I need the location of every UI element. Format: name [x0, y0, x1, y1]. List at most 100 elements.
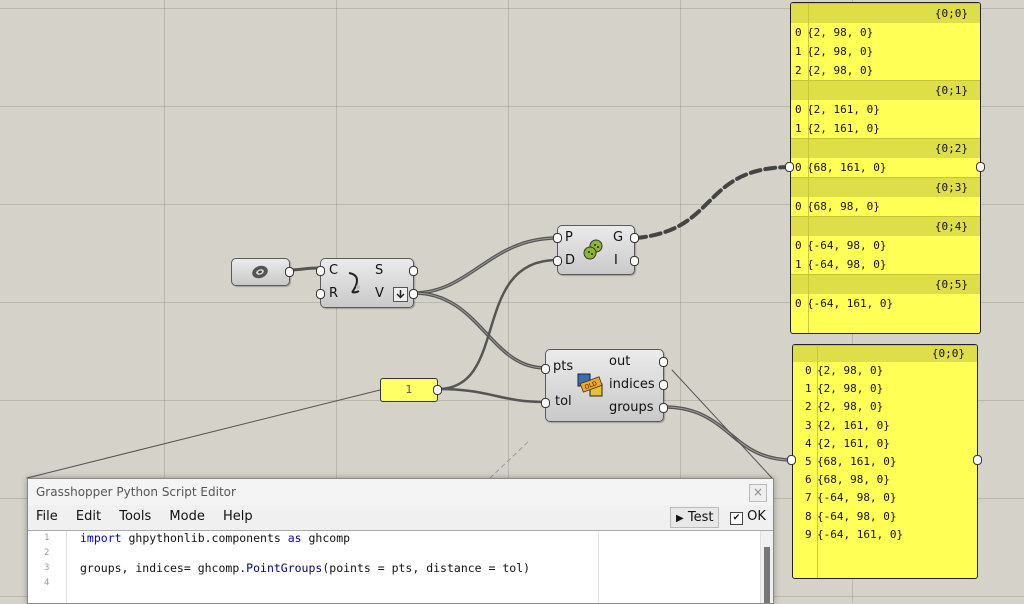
slider-value: 1 — [405, 383, 413, 396]
panel-item-row: 1 {2, 161, 0} — [791, 119, 980, 138]
flatten-icon[interactable] — [393, 287, 408, 302]
top-panel-output-port[interactable] — [976, 162, 985, 172]
line-number: 3 — [44, 563, 50, 573]
python-groups-output-port[interactable] — [659, 403, 668, 413]
panel-item-row: 0 {-64, 161, 0} — [791, 294, 980, 313]
item-value: {2, 161, 0} — [807, 122, 880, 135]
panel-item-row: 1 {2, 98, 0} — [793, 380, 977, 398]
item-index: 4 — [805, 436, 812, 450]
geometry-param-node[interactable] — [231, 258, 294, 286]
test-label: Test — [687, 510, 714, 525]
code-keyword: import — [80, 531, 122, 545]
item-value: {2, 98, 0} — [807, 45, 874, 58]
item-value: {-64, 161, 0} — [817, 527, 904, 541]
line-number: 1 — [44, 533, 50, 543]
pg-i-label: I — [614, 253, 618, 268]
editor-scrollbar[interactable] — [760, 531, 773, 603]
pg-g-label: G — [613, 230, 624, 245]
item-value: {2, 161, 0} — [817, 436, 890, 450]
editor-close-button[interactable]: × — [749, 484, 767, 502]
item-value: {-64, 98, 0} — [807, 239, 887, 252]
panel-item-row: 0 {68, 98, 0} — [791, 197, 980, 216]
panel-item-row: 4 {2, 161, 0} — [793, 435, 977, 453]
circle-r-input-port[interactable] — [316, 289, 325, 299]
circle-v-label: V — [375, 286, 384, 301]
item-value: {2, 98, 0} — [807, 26, 874, 39]
line-number-gutter: 1 2 3 4 — [28, 531, 67, 603]
pg-g-output-port[interactable] — [630, 233, 639, 243]
python-tol-input-port[interactable] — [541, 398, 550, 408]
panel-divider — [808, 3, 809, 333]
menu-file[interactable]: File — [36, 505, 58, 529]
menu-help[interactable]: Help — [223, 505, 253, 529]
python-groups-label: groups — [609, 400, 654, 415]
circle-v-output-port[interactable] — [409, 289, 418, 299]
code-lines: import ghpythonlib.components as ghcomp … — [80, 531, 530, 591]
python-out-output-port[interactable] — [659, 357, 668, 367]
scrollbar-thumb[interactable] — [764, 547, 770, 603]
bottom-data-panel[interactable]: {0;0} 0 {2, 98, 0} 1 {2, 98, 0} 2 {2, 98, 0} 3 {… — [792, 344, 978, 579]
panel-item-row: 6 {68, 98, 0} — [793, 471, 977, 489]
slider-output-port[interactable] — [433, 385, 442, 395]
item-index: 3 — [805, 418, 812, 432]
item-index: 0 — [795, 103, 802, 116]
panel-item-row: 8 {-64, 98, 0} — [793, 508, 977, 526]
python-out-label: out — [609, 354, 631, 369]
geometry-param-icon — [250, 262, 270, 282]
line-number: 2 — [44, 548, 50, 558]
item-index: 6 — [805, 473, 812, 487]
test-button[interactable]: ▶ Test — [670, 507, 720, 528]
item-index: 1 — [805, 382, 812, 396]
python-script-editor[interactable]: Grasshopper Python Script Editor × File … — [27, 478, 774, 604]
bottom-panel-output-port[interactable] — [973, 455, 982, 465]
code-area[interactable]: 1 2 3 4 import ghpythonlib.components as… — [28, 530, 773, 603]
panel-item-row: 3 {2, 161, 0} — [793, 417, 977, 435]
item-value: {2, 98, 0} — [817, 364, 884, 377]
python-old-icon: OLD — [576, 370, 606, 400]
ok-label: OK — [747, 509, 766, 524]
pg-d-input-port[interactable] — [553, 256, 562, 266]
item-index: 0 — [805, 364, 812, 377]
panel-item-row: 0 {2, 161, 0} — [791, 100, 980, 119]
panel-branch-header: {0;5} — [791, 274, 980, 294]
ok-button[interactable]: ✔ OK — [726, 507, 770, 526]
circle-component-node[interactable]: C R S V — [316, 258, 418, 308]
menu-edit[interactable]: Edit — [76, 505, 101, 529]
panel-item-row: 1 {2, 98, 0} — [791, 42, 980, 61]
panel-branch-header: {0;4} — [791, 216, 980, 236]
circle-icon — [345, 269, 365, 295]
pg-i-output-port[interactable] — [630, 256, 639, 266]
top-data-panel[interactable]: {0;0} 0 {2, 98, 0} 1 {2, 98, 0} 2 {2, 98, 0} {0… — [790, 2, 981, 334]
item-index: 5 — [805, 454, 812, 468]
item-value: {2, 98, 0} — [807, 64, 874, 77]
point-groups-node[interactable]: P D G I — [553, 225, 639, 275]
top-panel-input-port[interactable] — [785, 162, 794, 172]
circle-s-output-port[interactable] — [409, 266, 418, 276]
panel-divider — [817, 345, 818, 578]
circle-c-input-port[interactable] — [316, 266, 325, 276]
python-indices-label: indices — [609, 377, 655, 392]
checkmark-icon: ✔ — [730, 512, 743, 525]
point-groups-icon — [580, 236, 606, 262]
geometry-param-output-port[interactable] — [285, 267, 294, 277]
panel-item-row: 1 {-64, 98, 0} — [791, 255, 980, 274]
item-value: {68, 161, 0} — [817, 454, 897, 468]
item-value: {-64, 98, 0} — [807, 258, 887, 271]
python-component-node[interactable]: pts tol OLD out indices groups — [541, 349, 668, 422]
menu-mode[interactable]: Mode — [169, 505, 204, 529]
bottom-panel-input-port[interactable] — [787, 455, 796, 465]
pg-p-label: P — [565, 230, 573, 245]
panel-branch-header: {0;0} — [793, 345, 977, 362]
circle-s-label: S — [375, 263, 384, 278]
item-index: 2 — [795, 64, 802, 77]
number-slider[interactable]: 1 — [380, 378, 442, 402]
python-pts-input-port[interactable] — [541, 364, 550, 374]
pg-d-label: D — [565, 253, 576, 268]
item-value: {68, 161, 0} — [807, 161, 887, 174]
item-index: 0 — [795, 161, 802, 174]
pg-p-input-port[interactable] — [553, 233, 562, 243]
circle-r-label: R — [329, 286, 339, 301]
python-indices-output-port[interactable] — [659, 380, 668, 390]
menu-tools[interactable]: Tools — [119, 505, 151, 529]
